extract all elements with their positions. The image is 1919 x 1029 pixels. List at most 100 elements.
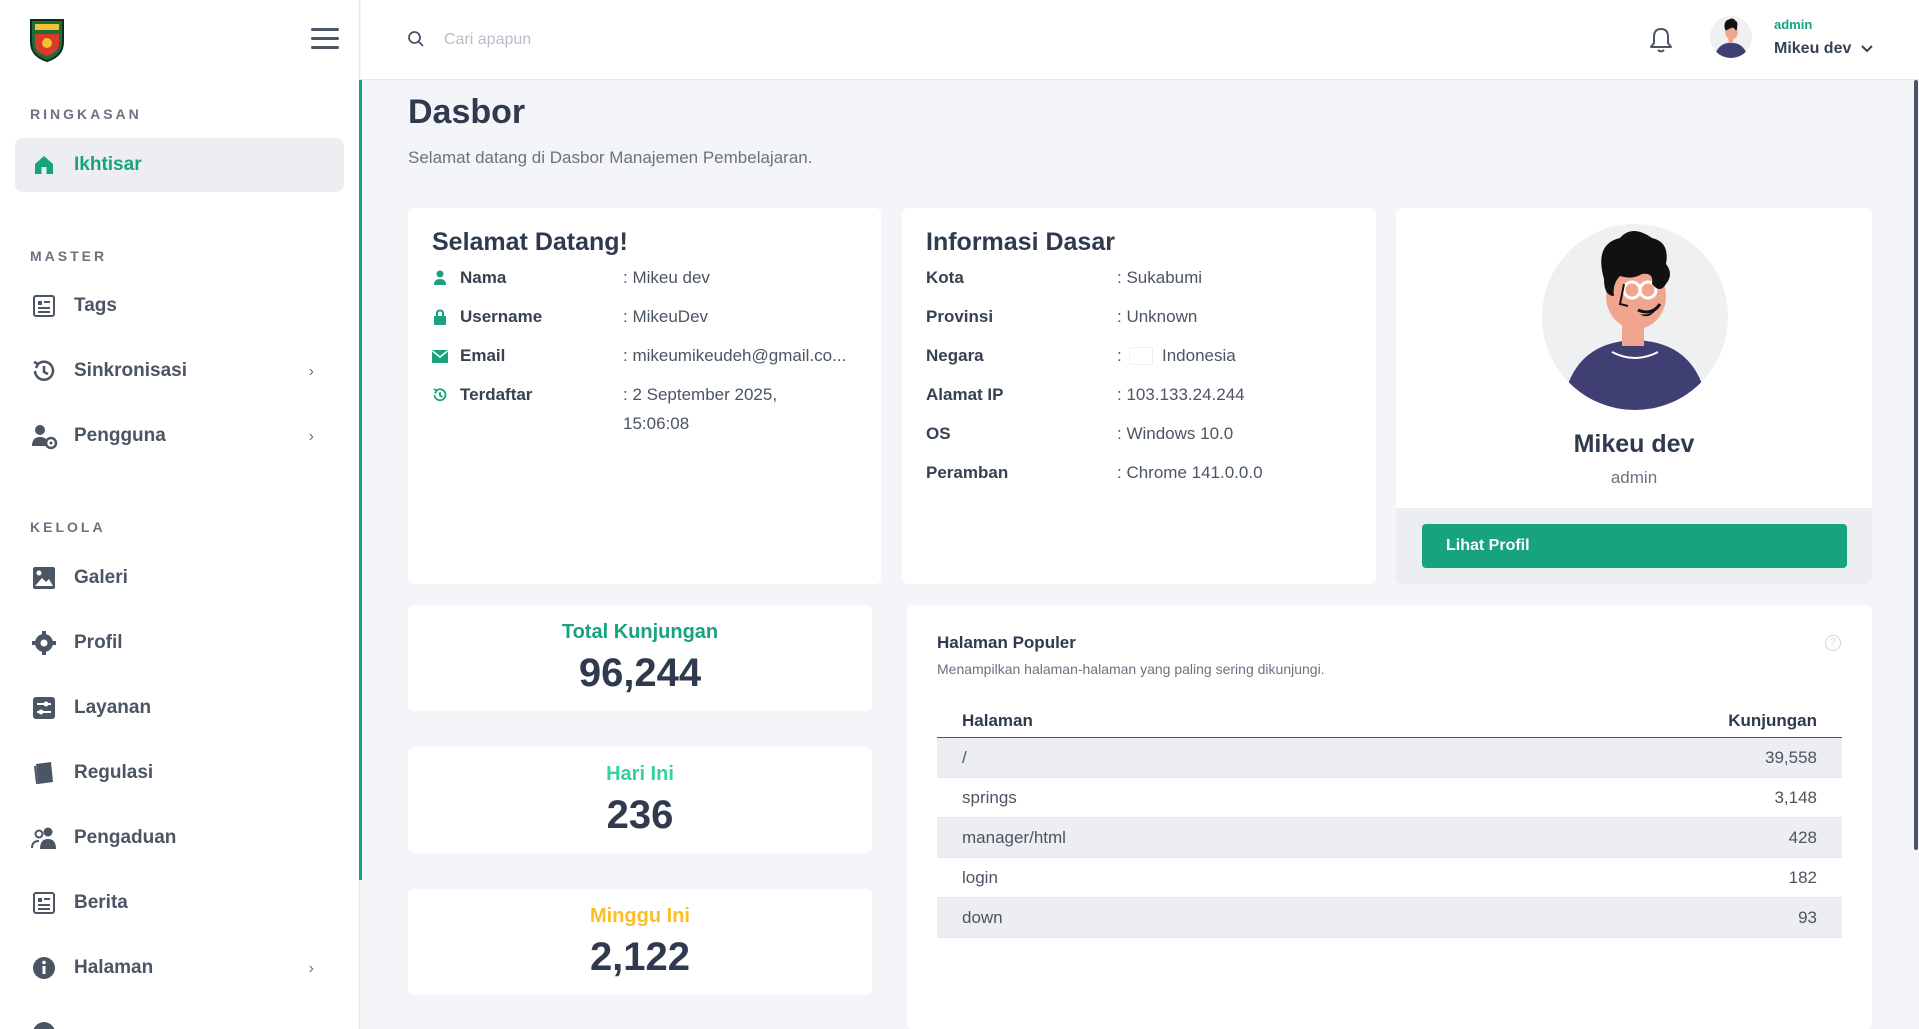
card-title: Informasi Dasar (926, 228, 1115, 256)
popular-pages-table: Halaman Kunjungan / 39,558 springs 3,148… (937, 702, 1842, 938)
value-terdaftar-time: 15:06:08 (623, 414, 690, 433)
chevron-right-icon: › (308, 428, 314, 445)
sidebar-label: Sinkronisasi (74, 360, 187, 381)
sidebar-item-layanan[interactable]: Layanan (15, 681, 344, 735)
sidebar-label: Profil (74, 632, 123, 653)
page-subtitle: Selamat datang di Dasbor Manajemen Pembe… (408, 148, 813, 167)
sidebar-item-berita[interactable]: Berita (15, 876, 344, 930)
help-icon[interactable]: ? (1825, 635, 1841, 651)
sliders-icon (30, 694, 58, 722)
document-list-icon (30, 292, 58, 320)
history-icon (432, 387, 448, 403)
sidebar-label: Ikhtisar (74, 154, 142, 175)
logo-icon[interactable] (28, 16, 66, 63)
value-kota: : Sukabumi (1117, 268, 1203, 287)
value-negara-prefix: : (1117, 346, 1122, 365)
search-input[interactable] (444, 26, 844, 54)
sidebar-label: Pengguna (74, 425, 166, 446)
flag-icon (1129, 347, 1153, 365)
profile-name: Mikeu dev (1573, 430, 1695, 458)
column-header-page: Halaman (962, 711, 1033, 730)
sidebar-item-galeri[interactable]: Galeri (15, 551, 344, 605)
stat-value: 96,244 (578, 651, 702, 695)
image-icon (30, 564, 58, 592)
avatar-large (1542, 224, 1728, 410)
stat-card-week: Minggu Ini 2,122 (408, 889, 872, 995)
value-ip: : 103.133.24.244 (1117, 385, 1245, 404)
sidebar-item-pengaduan[interactable]: Pengaduan (15, 811, 344, 865)
stat-label: Hari Ini (606, 763, 674, 785)
chevron-right-icon: › (308, 363, 314, 380)
stat-value: 2,122 (589, 935, 691, 979)
value-os: : Windows 10.0 (1117, 424, 1234, 443)
newspaper-icon (30, 889, 58, 917)
page-title: Dasbor (408, 93, 526, 131)
sidebar-label: Layanan (74, 697, 152, 718)
sidebar-label: Tags (74, 295, 117, 316)
user-name[interactable]: Mikeu dev (1774, 40, 1851, 58)
sync-history-icon (30, 357, 58, 385)
column-header-visits: Kunjungan (1728, 711, 1817, 730)
gear-icon (30, 629, 58, 657)
stat-card-today: Hari Ini 236 (408, 747, 872, 853)
stat-card-total: Total Kunjungan 96,244 (408, 605, 872, 711)
profile-role: admin (1610, 468, 1658, 487)
sidebar-label: Berita (74, 892, 128, 913)
book-icon (30, 759, 58, 787)
sidebar-item-more[interactable] (15, 1006, 344, 1029)
page-scrollbar[interactable] (1914, 80, 1918, 850)
section-kelola: KELOLA (30, 519, 106, 535)
view-profile-button[interactable]: Lihat Profil (1422, 524, 1847, 568)
welcome-card: Selamat Datang! Nama : Mikeu dev Usernam… (408, 208, 881, 584)
value-username: : MikeuDev (623, 307, 709, 326)
sidebar-item-ikhtisar[interactable]: Ikhtisar (15, 138, 344, 192)
stat-label: Minggu Ini (590, 905, 690, 927)
popular-pages-card: Halaman Populer Menampilkan halaman-hala… (907, 605, 1872, 1029)
card-subtitle: Menampilkan halaman-halaman yang paling … (937, 661, 1325, 677)
table-row: manager/html 428 (937, 818, 1842, 858)
users-icon (30, 824, 58, 852)
stat-label: Total Kunjungan (561, 621, 719, 643)
value-negara: Indonesia (1162, 346, 1236, 365)
home-icon (30, 151, 58, 179)
section-master: MASTER (30, 248, 108, 264)
sidebar-scroll-indicator[interactable] (359, 80, 362, 880)
value-nama: : Mikeu dev (623, 268, 710, 287)
sidebar-label: Pengaduan (74, 827, 177, 848)
value-email: : mikeumikeudeh@gmail.co... (623, 346, 847, 365)
bell-icon[interactable] (1648, 26, 1674, 59)
section-ringkasan: RINGKASAN (30, 106, 142, 122)
card-title: Halaman Populer (937, 633, 1076, 652)
table-header: Halaman Kunjungan (937, 702, 1842, 738)
table-row: springs 3,148 (937, 778, 1842, 818)
sidebar-item-sinkronisasi[interactable]: Sinkronisasi › (15, 344, 344, 398)
chevron-down-icon[interactable] (1861, 42, 1873, 56)
user-settings-icon (30, 422, 58, 450)
chevron-right-icon: › (308, 960, 314, 977)
user-role: admin (1774, 17, 1813, 32)
lock-icon (432, 309, 448, 325)
sidebar-item-regulasi[interactable]: Regulasi (15, 746, 344, 800)
info-icon (30, 1019, 58, 1029)
sidebar-item-tags[interactable]: Tags (15, 279, 344, 333)
sidebar-label: Halaman (74, 957, 154, 978)
table-row: / 39,558 (937, 738, 1842, 778)
sidebar-item-halaman[interactable]: Halaman › (15, 941, 344, 995)
value-peramban: : Chrome 141.0.0.0 (1117, 463, 1263, 482)
stat-value: 236 (606, 793, 674, 837)
sidebar-label: Galeri (74, 567, 128, 588)
card-title: Selamat Datang! (432, 228, 628, 256)
sidebar-item-profil[interactable]: Profil (15, 616, 344, 670)
menu-toggle-icon[interactable] (311, 28, 339, 50)
avatar[interactable] (1710, 16, 1752, 58)
value-provinsi: : Unknown (1117, 307, 1198, 326)
table-row: down 93 (937, 898, 1842, 938)
basic-info-card: Informasi Dasar Kota : Sukabumi Provinsi… (902, 208, 1376, 584)
sidebar-item-pengguna[interactable]: Pengguna › (15, 409, 344, 463)
value-terdaftar: : 2 September 2025, (623, 385, 778, 404)
topbar: admin Mikeu dev (361, 0, 1919, 80)
table-row: login 182 (937, 858, 1842, 898)
sidebar: RINGKASAN Ikhtisar MASTER Tags Sinkronis… (0, 0, 360, 1029)
user-icon (432, 270, 448, 286)
profile-card: Mikeu dev admin Lihat Profil (1396, 208, 1872, 584)
